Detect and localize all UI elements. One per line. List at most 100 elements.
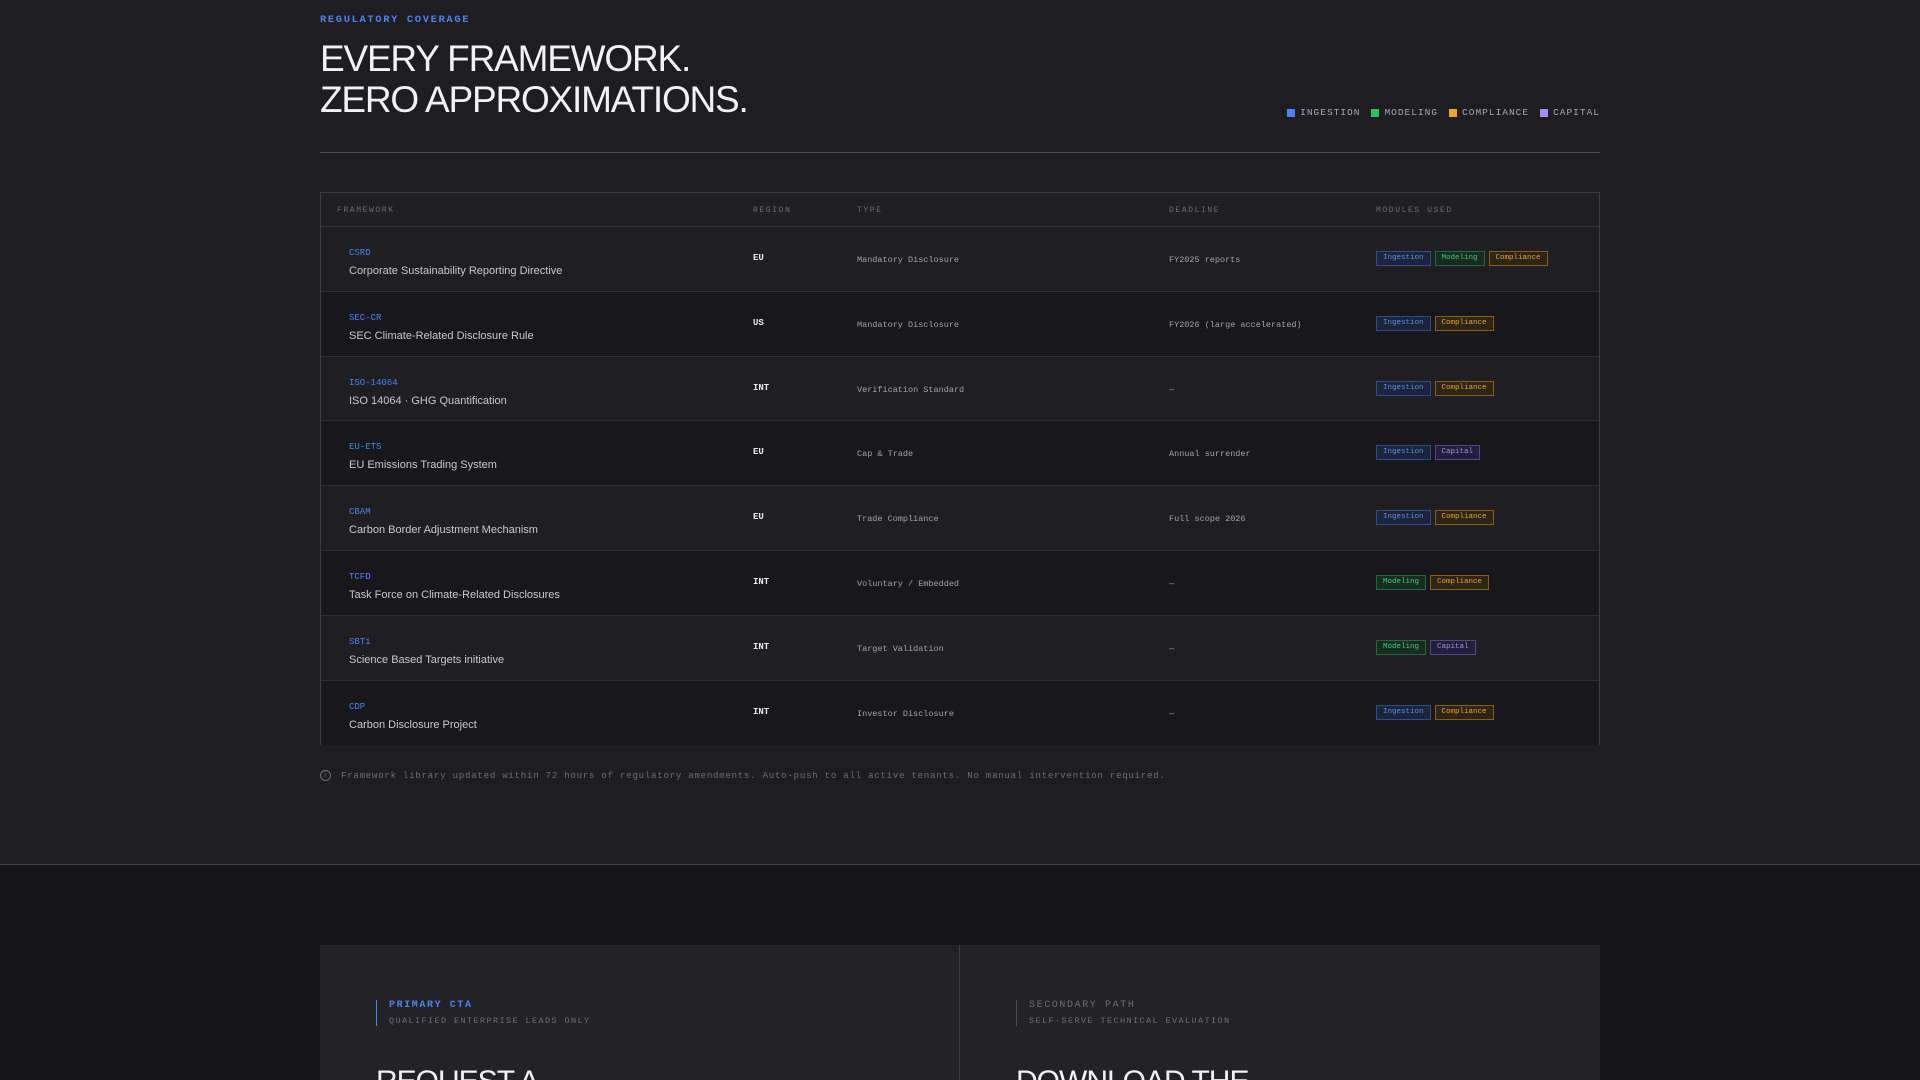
framework-name: ISO 14064 · GHG Quantification (349, 394, 507, 407)
framework-type: Cap & Trade (857, 449, 914, 460)
primary-cta-subtitle: QUALIFIED ENTERPRISE LEADS ONLY (389, 1016, 591, 1026)
secondary-cta-card[interactable]: SECONDARY PATH SELF-SERVE TECHNICAL EVAL… (960, 945, 1600, 1080)
table-header: FRAMEWORK REGION TYPE DEADLINE MODULES U… (321, 193, 1599, 227)
section-headline: EVERY FRAMEWORK. ZERO APPROXIMATIONS. (320, 38, 749, 120)
frameworks-table: FRAMEWORK REGION TYPE DEADLINE MODULES U… (320, 192, 1600, 746)
table-row[interactable]: EU-ETS EU Emissions Trading System EU Cap &… (321, 421, 1599, 487)
table-row[interactable]: CDP Carbon Disclosure Project INT Investor … (321, 680, 1599, 746)
framework-code[interactable]: ISO-14064 (349, 378, 398, 388)
module-tags: Ingestion Compliance (1376, 315, 1494, 331)
framework-code[interactable]: SEC-CR (349, 313, 381, 323)
table-row[interactable]: SBTi Science Based Targets initiative INT T… (321, 615, 1599, 681)
legend-swatch (1287, 108, 1296, 117)
primary-cta-label: PRIMARY CTA QUALIFIED ENTERPRISE LEADS O… (376, 1000, 591, 1026)
module-tags: Modeling Capital (1376, 639, 1476, 655)
framework-code[interactable]: CSRD (349, 248, 371, 258)
legend-label: COMPLIANCE (1462, 107, 1530, 118)
framework-code[interactable]: CBAM (349, 507, 371, 517)
table-row[interactable]: SEC-CR SEC Climate-Related Disclosure Rul… (321, 291, 1599, 357)
module-tags: Ingestion Compliance (1376, 380, 1494, 396)
legend-label: CAPITAL (1553, 107, 1600, 118)
framework-deadline: — (1169, 708, 1175, 719)
header-framework: FRAMEWORK (337, 206, 395, 215)
module-tag-modeling: Modeling (1376, 639, 1427, 655)
secondary-cta-subtitle: SELF-SERVE TECHNICAL EVALUATION (1029, 1016, 1231, 1026)
legend-item-capital: CAPITAL (1540, 107, 1600, 118)
framework-region: EU (753, 512, 764, 523)
section-eyebrow: REGULATORY COVERAGE (320, 14, 471, 26)
footnote: i Framework library updated within 72 ho… (320, 770, 1166, 781)
framework-deadline: Full scope 2026 (1169, 514, 1246, 525)
secondary-cta-label: SECONDARY PATH SELF-SERVE TECHNICAL EVAL… (1016, 1000, 1231, 1026)
module-tag-compliance: Compliance (1488, 251, 1548, 266)
module-tag-ingestion: Ingestion (1376, 510, 1431, 526)
header-modules: MODULES USED (1376, 206, 1453, 215)
module-legend: INGESTION MODELING COMPLIANCE CAPITAL (1287, 107, 1600, 118)
legend-swatch (1540, 108, 1549, 117)
module-tag-compliance: Compliance (1434, 704, 1494, 720)
framework-name: SEC Climate-Related Disclosure Rule (349, 329, 534, 342)
module-tag-ingestion: Ingestion (1376, 704, 1431, 720)
framework-name: Science Based Targets initiative (349, 653, 505, 666)
module-tag-ingestion: Ingestion (1376, 315, 1431, 331)
framework-region: INT (753, 706, 770, 717)
framework-type: Mandatory Disclosure (857, 319, 960, 330)
module-tag-compliance: Compliance (1430, 574, 1490, 590)
framework-type: Verification Standard (857, 384, 965, 395)
framework-name: Corporate Sustainability Reporting Direc… (349, 265, 563, 277)
table-body: CSRD Corporate Sustainability Reporting D… (321, 227, 1599, 746)
legend-item-ingestion: INGESTION (1287, 107, 1360, 118)
footnote-text: Framework library updated within 72 hour… (341, 770, 1166, 781)
framework-code[interactable]: EU-ETS (349, 442, 381, 452)
framework-name: Carbon Border Adjustment Mechanism (349, 524, 538, 537)
module-tag-compliance: Compliance (1434, 510, 1494, 526)
module-tag-modeling: Modeling (1376, 574, 1427, 590)
framework-region: INT (753, 641, 770, 652)
framework-region: US (753, 317, 764, 328)
primary-cta-heading: REQUEST A (376, 1065, 539, 1080)
secondary-cta-heading: DOWNLOAD THE (1016, 1065, 1249, 1080)
module-tag-ingestion: Ingestion (1376, 251, 1431, 266)
framework-deadline: FY2025 reports (1169, 255, 1241, 265)
primary-cta-card[interactable]: PRIMARY CTA QUALIFIED ENTERPRISE LEADS O… (320, 945, 960, 1080)
framework-region: INT (753, 382, 770, 393)
module-tags: Ingestion Compliance (1376, 510, 1494, 526)
legend-item-modeling: MODELING (1371, 107, 1438, 118)
framework-type: Voluntary / Embedded (857, 578, 960, 589)
framework-region: EU (753, 253, 764, 263)
framework-code[interactable]: CDP (349, 702, 365, 712)
legend-item-compliance: COMPLIANCE (1449, 107, 1529, 118)
module-tag-ingestion: Ingestion (1376, 445, 1431, 461)
headline-line-2: ZERO APPROXIMATIONS. (320, 79, 749, 120)
framework-code[interactable]: SBTi (349, 637, 371, 647)
framework-deadline: — (1169, 578, 1175, 589)
framework-code[interactable]: TCFD (349, 572, 371, 582)
info-icon: i (320, 770, 331, 781)
framework-type: Mandatory Disclosure (857, 255, 960, 265)
framework-type: Trade Compliance (857, 514, 939, 525)
framework-region: INT (753, 576, 770, 587)
headline-line-1: EVERY FRAMEWORK. (320, 38, 691, 79)
module-tags: Modeling Compliance (1376, 574, 1490, 590)
table-row[interactable]: CBAM Carbon Border Adjustment Mechanism EU… (321, 486, 1599, 551)
table-row[interactable]: TCFD Task Force on Climate-Related Disclo… (321, 550, 1599, 616)
framework-deadline: — (1169, 384, 1175, 395)
framework-name: EU Emissions Trading System (349, 459, 497, 472)
legend-swatch (1371, 108, 1380, 117)
legend-label: INGESTION (1300, 107, 1361, 118)
framework-deadline: Annual surrender (1169, 449, 1251, 460)
header-deadline: DEADLINE (1169, 206, 1221, 215)
header-type: TYPE (857, 206, 883, 215)
module-tag-modeling: Modeling (1434, 251, 1485, 266)
framework-type: Investor Disclosure (857, 708, 954, 719)
module-tags: Ingestion Modeling Compliance (1376, 251, 1548, 266)
legend-label: MODELING (1384, 107, 1439, 118)
cta-panel: PRIMARY CTA QUALIFIED ENTERPRISE LEADS O… (320, 945, 1600, 1080)
framework-name: Task Force on Climate-Related Disclosure… (349, 588, 560, 601)
table-row[interactable]: ISO-14064 ISO 14064 · GHG Quantification I… (321, 356, 1599, 422)
module-tags: Ingestion Compliance (1376, 704, 1494, 720)
table-row[interactable]: CSRD Corporate Sustainability Reporting D… (321, 227, 1599, 292)
framework-deadline: — (1169, 643, 1175, 654)
module-tags: Ingestion Capital (1376, 445, 1481, 461)
module-tag-ingestion: Ingestion (1376, 380, 1431, 396)
